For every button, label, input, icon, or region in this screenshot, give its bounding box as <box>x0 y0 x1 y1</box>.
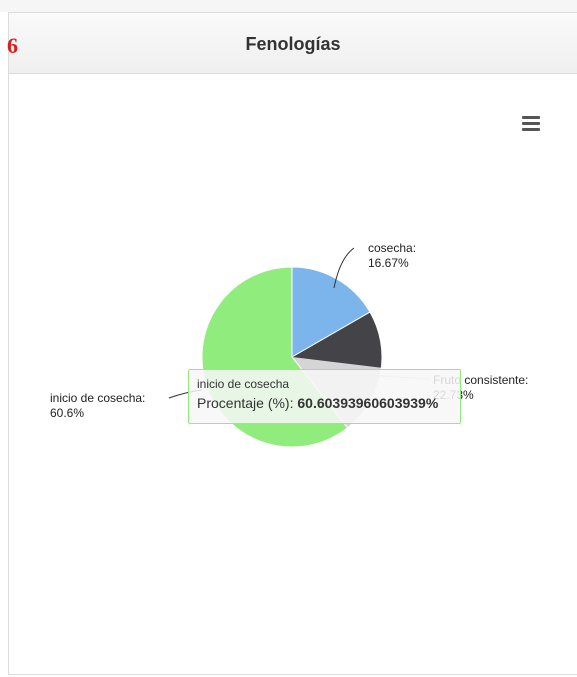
app-frame: 6 Fenologías cosecha: 16.67% Fruto consist… <box>0 0 577 677</box>
tooltip-value: 60.60393960603939% <box>297 395 439 411</box>
tooltip-row: Procentaje (%): 60.60393960603939% <box>197 394 452 412</box>
tooltip-title: inicio de cosecha <box>197 377 290 391</box>
data-label-inicio-de-cosecha: inicio de cosecha: 60.6% <box>50 391 145 420</box>
data-label-cosecha: cosecha: 16.67% <box>368 241 416 270</box>
tooltip-series-label: Procentaje (%): <box>197 395 298 411</box>
pie-chart: cosecha:16.67%Fruto consistente:22.73%in… <box>50 241 528 448</box>
chart-tooltip: inicio de cosecha Procentaje (%): 60.603… <box>188 369 461 424</box>
